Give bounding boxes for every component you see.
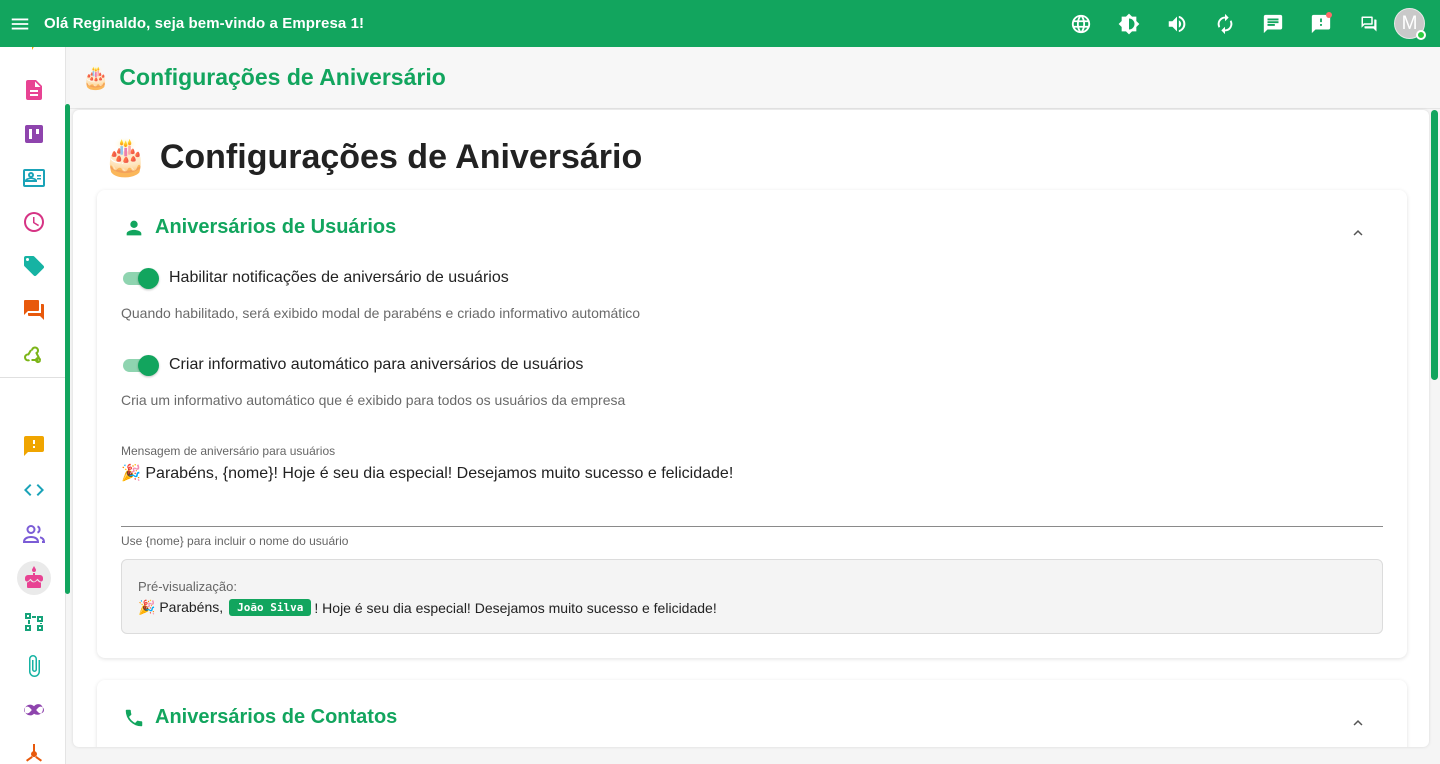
cake-icon: 🎂	[103, 136, 148, 177]
preview-label: Pré-visualização:	[138, 579, 237, 594]
users-birthday-card: Aniversários de Usuários Habilitar notif…	[97, 190, 1407, 658]
phone-icon	[125, 709, 143, 726]
sidebar-scrollbar[interactable]	[65, 104, 70, 594]
alerts-button[interactable]	[1297, 0, 1345, 47]
contacts-section-title: Aniversários de Contatos	[155, 706, 398, 728]
collapse-users-button[interactable]	[1349, 224, 1367, 242]
user-notifications-helper: Quando habilitado, será exibido modal de…	[121, 305, 641, 321]
messages-button[interactable]	[1249, 0, 1297, 47]
refresh-button[interactable]	[1201, 0, 1249, 47]
cake-icon: 🎂	[82, 64, 110, 90]
welcome-greeting: Olá Reginaldo, seja bem-vindo a Empresa …	[44, 15, 365, 32]
sidebar	[0, 47, 66, 764]
paperclip-icon	[29, 655, 40, 677]
globe-icon	[1071, 14, 1091, 33]
contacts-birthday-card: Aniversários de Contatos	[97, 680, 1407, 747]
sidebar-item-hub[interactable]	[17, 737, 51, 764]
internal-chat-button[interactable]	[1345, 0, 1393, 47]
message-field-underline	[121, 526, 1383, 527]
sidebar-item-contacts[interactable]	[17, 161, 51, 195]
preview-prefix: 🎉 Parabéns,	[138, 599, 224, 615]
contact-card-icon	[23, 169, 45, 187]
alert-box-icon	[24, 436, 44, 456]
auto-informative-label: Criar informativo automático para aniver…	[169, 356, 584, 373]
sidebar-item-announcements[interactable]	[17, 429, 51, 463]
chevron-up-icon	[1353, 720, 1363, 726]
users-section-title: Aniversários de Usuários	[155, 216, 397, 238]
hamburger-menu-icon	[11, 18, 29, 29]
code-icon	[24, 484, 44, 496]
header-actions: M	[1057, 0, 1440, 47]
sidebar-item-files[interactable]	[17, 649, 51, 683]
message-field-label: Mensagem de aniversário para usuários	[121, 444, 336, 458]
auto-informative-helper: Cria um informativo automático que é exi…	[121, 392, 626, 408]
page-title: Configurações de Aniversário	[119, 64, 446, 90]
sidebar-item-users[interactable]	[17, 517, 51, 551]
lightning-icon	[32, 47, 34, 50]
settings-heading-text: Configurações de Aniversário	[159, 137, 643, 176]
refresh-icon	[1217, 13, 1233, 34]
chat-icon	[1263, 14, 1283, 33]
notification-dot	[1326, 12, 1332, 18]
hub-icon	[26, 744, 42, 762]
sidebar-item-schedules[interactable]	[17, 205, 51, 239]
cake-icon	[25, 566, 43, 588]
collapse-contacts-button[interactable]	[1349, 714, 1367, 732]
person-icon	[126, 220, 142, 235]
chevron-up-icon	[1353, 230, 1363, 236]
auto-informative-toggle[interactable]	[121, 355, 159, 376]
contacts-section-header[interactable]: Aniversários de Contatos	[123, 706, 397, 729]
sound-button[interactable]	[1153, 0, 1201, 47]
document-icon	[26, 80, 42, 100]
sidebar-item-webhooks[interactable]	[17, 337, 51, 371]
toggle-auto-informative-row: Criar informativo automático para aniver…	[121, 355, 584, 376]
toggle-thumb	[138, 355, 159, 376]
chat-bubbles-icon	[24, 300, 44, 320]
volume-icon	[1168, 15, 1186, 32]
message-field-helper: Use {nome} para incluir o nome do usuári…	[121, 534, 349, 548]
preview-name-chip: João Silva	[229, 599, 312, 616]
user-notifications-label: Habilitar notificações de aniversário de…	[169, 269, 509, 286]
user-avatar[interactable]: M	[1394, 8, 1426, 40]
top-bar: Olá Reginaldo, seja bem-vindo a Empresa …	[0, 0, 1440, 47]
users-icon	[22, 524, 46, 543]
brightness-icon	[1118, 13, 1140, 34]
main-content: 🎂 Configurações de Aniversário Aniversár…	[73, 110, 1429, 747]
webhook-icon	[24, 346, 41, 364]
main-scrollbar[interactable]	[1431, 110, 1438, 380]
toggle-user-notifications-row: Habilitar notificações de aniversário de…	[121, 268, 509, 289]
preview-suffix: ! Hoje é seu dia especial! Desejamos mui…	[314, 599, 717, 616]
sidebar-item-kanban[interactable]	[17, 117, 51, 151]
kanban-icon	[25, 125, 43, 143]
flow-icon	[25, 613, 43, 631]
users-section-header[interactable]: Aniversários de Usuários	[123, 216, 396, 239]
sidebar-divider	[0, 377, 65, 378]
sidebar-item-dashboard[interactable]	[17, 47, 51, 57]
sidebar-item-api[interactable]	[17, 473, 51, 507]
sidebar-item-documents[interactable]	[17, 73, 51, 107]
sidebar-item-tags[interactable]	[17, 249, 51, 283]
birthday-message-input[interactable]: 🎉 Parabéns, {nome}! Hoje é seu dia espec…	[121, 463, 733, 483]
message-preview: Pré-visualização: 🎉 Parabéns, João Silva…	[121, 559, 1383, 634]
sidebar-item-birthdays[interactable]	[17, 561, 51, 595]
sidebar-item-integrations[interactable]	[17, 693, 51, 727]
infinity-icon	[23, 704, 44, 716]
toggle-thumb	[138, 268, 159, 289]
preview-text: 🎉 Parabéns, João Silva ! Hoje é seu dia …	[138, 599, 717, 616]
language-button[interactable]	[1057, 0, 1105, 47]
menu-button[interactable]	[0, 0, 40, 47]
sidebar-item-flows[interactable]	[17, 605, 51, 639]
user-notifications-toggle[interactable]	[121, 268, 159, 289]
page-header: 🎂 Configurações de Aniversário	[70, 47, 1440, 109]
avatar-initial: M	[1401, 12, 1418, 34]
clock-icon	[24, 212, 44, 232]
settings-heading: 🎂 Configurações de Aniversário	[103, 136, 642, 178]
tag-icon	[24, 256, 44, 276]
theme-toggle-button[interactable]	[1105, 0, 1153, 47]
forum-icon	[1361, 16, 1377, 31]
sidebar-item-chats[interactable]	[17, 293, 51, 327]
online-status-dot	[1416, 30, 1426, 40]
